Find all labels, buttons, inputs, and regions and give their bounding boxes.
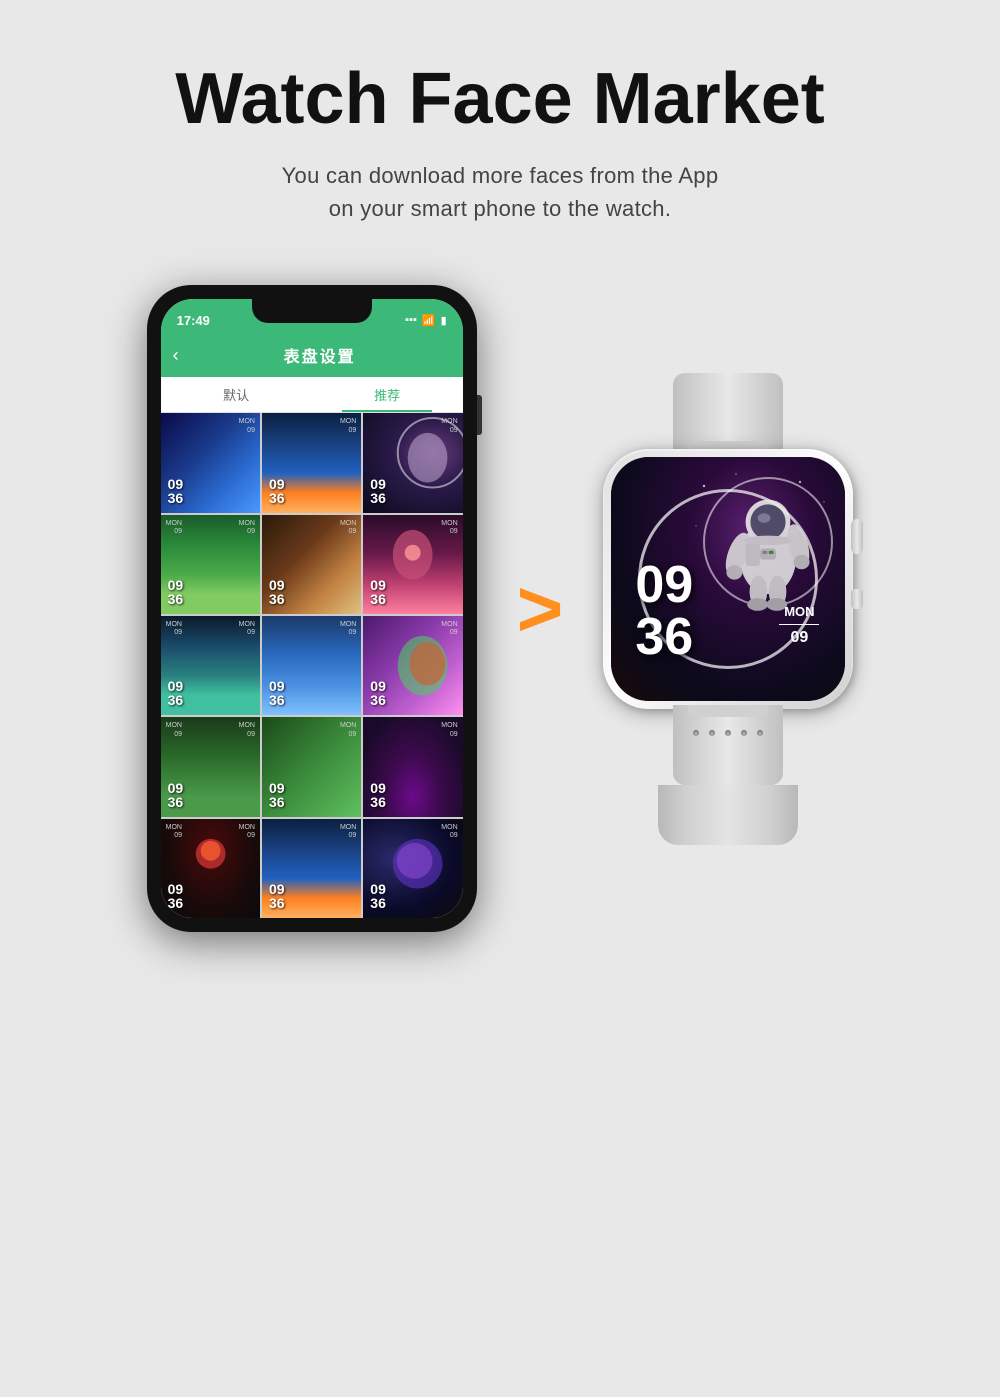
watch-screen: 09 36 MON 09 bbox=[611, 457, 845, 701]
phone-mockup: 17:49 ▪▪▪ 📶 ▮ ‹ 表盘设置 默认 推荐 bbox=[147, 285, 477, 932]
watch-face-badge-top: MON09 bbox=[166, 621, 182, 638]
astronaut-illustration bbox=[680, 462, 840, 622]
watch-face-cell[interactable]: 0936 MON09 bbox=[363, 515, 462, 614]
phone-notch bbox=[252, 299, 372, 323]
watch-face-time-label: 0936 bbox=[269, 578, 285, 606]
watch-case: 09 36 MON 09 bbox=[603, 449, 853, 709]
watch-face-cell[interactable]: 0936 MON09 bbox=[262, 515, 361, 614]
tab-recommend[interactable]: 推荐 bbox=[312, 377, 463, 412]
watch-face-time-label: 0936 bbox=[168, 578, 184, 606]
watch-crown-button-2[interactable] bbox=[851, 589, 863, 609]
watch-face-badge: MON09 bbox=[340, 520, 356, 537]
watch-mockup: 09 36 MON 09 bbox=[603, 373, 853, 845]
watch-face-badge: MON09 bbox=[239, 418, 255, 435]
arrow-symbol: > bbox=[517, 569, 564, 649]
watch-face-time-label: 0936 bbox=[269, 477, 285, 505]
watch-face-time-label: 0936 bbox=[168, 679, 184, 707]
watch-face-cell[interactable]: 0936 MON09 bbox=[262, 717, 361, 816]
watch-face-cell[interactable]: MON09 0936 MON09 bbox=[161, 616, 260, 715]
watch-face-badge: MON09 bbox=[441, 418, 457, 435]
watch-face-badge: MON09 bbox=[239, 621, 255, 638]
watch-date-num: 09 bbox=[779, 628, 819, 649]
watch-face-cell[interactable]: 0936 MON09 bbox=[363, 413, 462, 512]
watch-face-time-label: 0936 bbox=[168, 781, 184, 809]
watch-minute: 36 bbox=[635, 611, 693, 663]
watch-face-badge-top: MON09 bbox=[166, 520, 182, 537]
watch-day: MON bbox=[779, 604, 819, 621]
tab-default[interactable]: 默认 bbox=[161, 377, 312, 412]
watch-face-cell[interactable]: 0936 MON09 bbox=[262, 413, 361, 512]
watch-face-cell[interactable]: MON09 0936 MON09 bbox=[161, 717, 260, 816]
status-icons: ▪▪▪ 📶 ▮ bbox=[405, 314, 446, 327]
watch-face-badge: MON09 bbox=[441, 824, 457, 841]
watch-face-cell[interactable]: MON09 0936 MON09 bbox=[161, 515, 260, 614]
band-hole bbox=[757, 730, 763, 736]
watch-band-top bbox=[673, 373, 783, 453]
band-hole bbox=[725, 730, 731, 736]
watch-face-badge: MON09 bbox=[340, 824, 356, 841]
watch-face-time-label: 0936 bbox=[370, 679, 386, 707]
watch-face-cell[interactable]: 0936 MON09 bbox=[161, 413, 260, 512]
app-bar-title: 表盘设置 bbox=[189, 343, 451, 367]
battery-icon: ▮ bbox=[441, 314, 447, 327]
watch-face-badge: MON09 bbox=[239, 722, 255, 739]
watch-face-badge: MON09 bbox=[340, 418, 356, 435]
watch-face-grid: 0936MON090936MON090936MON09MON090936MON0… bbox=[161, 413, 463, 918]
watch-face-time-label: 0936 bbox=[168, 882, 184, 910]
phone-shell: 17:49 ▪▪▪ 📶 ▮ ‹ 表盘设置 默认 推荐 bbox=[147, 285, 477, 932]
page-subtitle: You can download more faces from the App… bbox=[282, 159, 719, 225]
watch-face-time-label: 0936 bbox=[168, 477, 184, 505]
watch-face-time-label: 0936 bbox=[370, 578, 386, 606]
watch-face-time-label: 0936 bbox=[269, 882, 285, 910]
watch-face-cell[interactable]: 0936 MON09 bbox=[363, 819, 462, 918]
wifi-icon: 📶 bbox=[422, 314, 436, 327]
band-hole bbox=[741, 730, 747, 736]
page-title: Watch Face Market bbox=[175, 60, 825, 139]
watch-face-badge: MON09 bbox=[239, 824, 255, 841]
watch-face-cell[interactable]: 0936 MON09 bbox=[262, 616, 361, 715]
watch-face-date: MON 09 bbox=[779, 604, 819, 649]
status-time: 17:49 bbox=[177, 313, 210, 328]
watch-face-badge: MON09 bbox=[340, 621, 356, 638]
watch-face-badge: MON09 bbox=[441, 520, 457, 537]
watch-face-badge: MON09 bbox=[340, 722, 356, 739]
watch-face-cell[interactable]: 0936 MON09 bbox=[262, 819, 361, 918]
watch-face-time-label: 0936 bbox=[269, 679, 285, 707]
watch-hour: 09 bbox=[635, 559, 693, 611]
watch-face-cell[interactable]: MON09 0936 MON09 bbox=[161, 819, 260, 918]
watch-face-badge-top: MON09 bbox=[166, 722, 182, 739]
app-bar: ‹ 表盘设置 bbox=[161, 337, 463, 377]
watch-face-time-label: 0936 bbox=[370, 882, 386, 910]
watch-face-badge: MON09 bbox=[239, 520, 255, 537]
band-holes bbox=[673, 705, 783, 736]
watch-face-cell[interactable]: 0936 MON09 bbox=[363, 616, 462, 715]
main-content: 17:49 ▪▪▪ 📶 ▮ ‹ 表盘设置 默认 推荐 bbox=[147, 285, 854, 932]
phone-power-button bbox=[477, 395, 482, 435]
watch-face-time: 09 36 bbox=[635, 559, 693, 663]
band-hole bbox=[693, 730, 699, 736]
watch-face-badge-top: MON09 bbox=[166, 824, 182, 841]
watch-band-bottom bbox=[673, 705, 783, 785]
watch-face-badge: MON09 bbox=[441, 722, 457, 739]
watch-band-bottom-extended bbox=[658, 785, 798, 845]
watch-face-time-label: 0936 bbox=[370, 781, 386, 809]
watch-face-cell[interactable]: 0936 MON09 bbox=[363, 717, 462, 816]
back-button[interactable]: ‹ bbox=[173, 345, 179, 366]
band-hole bbox=[709, 730, 715, 736]
watch-date-separator bbox=[779, 624, 819, 625]
watch-face-time-label: 0936 bbox=[269, 781, 285, 809]
watch-face-badge: MON09 bbox=[441, 621, 457, 638]
signal-icon: ▪▪▪ bbox=[405, 314, 417, 326]
phone-screen: 17:49 ▪▪▪ 📶 ▮ ‹ 表盘设置 默认 推荐 bbox=[161, 299, 463, 918]
tab-bar: 默认 推荐 bbox=[161, 377, 463, 413]
watch-face-time-label: 0936 bbox=[370, 477, 386, 505]
watch-crown-button[interactable] bbox=[851, 519, 863, 554]
